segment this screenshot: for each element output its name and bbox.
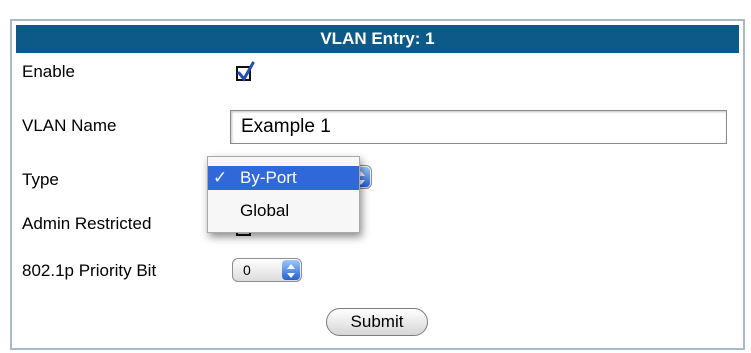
priority-bit-value: 0 [243,262,251,278]
type-option-global[interactable]: Global [208,199,359,223]
vlan-entry-panel: VLAN Entry: 1 [10,19,745,350]
admin-restricted-label: Admin Restricted [22,214,152,233]
type-dropdown-menu: ✓ By-Port Global [207,156,360,233]
stepper-arrows-icon [282,260,300,280]
panel-title: VLAN Entry: 1 [16,25,739,53]
type-option-label: Global [240,201,290,220]
type-option-by-port[interactable]: ✓ By-Port [208,166,359,190]
priority-bit-label: 802.1p Priority Bit [22,261,157,280]
enable-checkbox[interactable] [236,61,255,82]
vlan-name-input[interactable] [230,110,727,144]
submit-button[interactable]: Submit [326,308,428,336]
checkmark-icon [237,61,255,82]
type-label: Type [22,170,59,189]
priority-bit-select[interactable]: 0 [232,258,302,282]
type-option-label: By-Port [240,168,297,187]
enable-label: Enable [22,62,75,81]
checkmark-icon: ✓ [213,168,228,187]
vlan-name-label: VLAN Name [22,116,117,135]
